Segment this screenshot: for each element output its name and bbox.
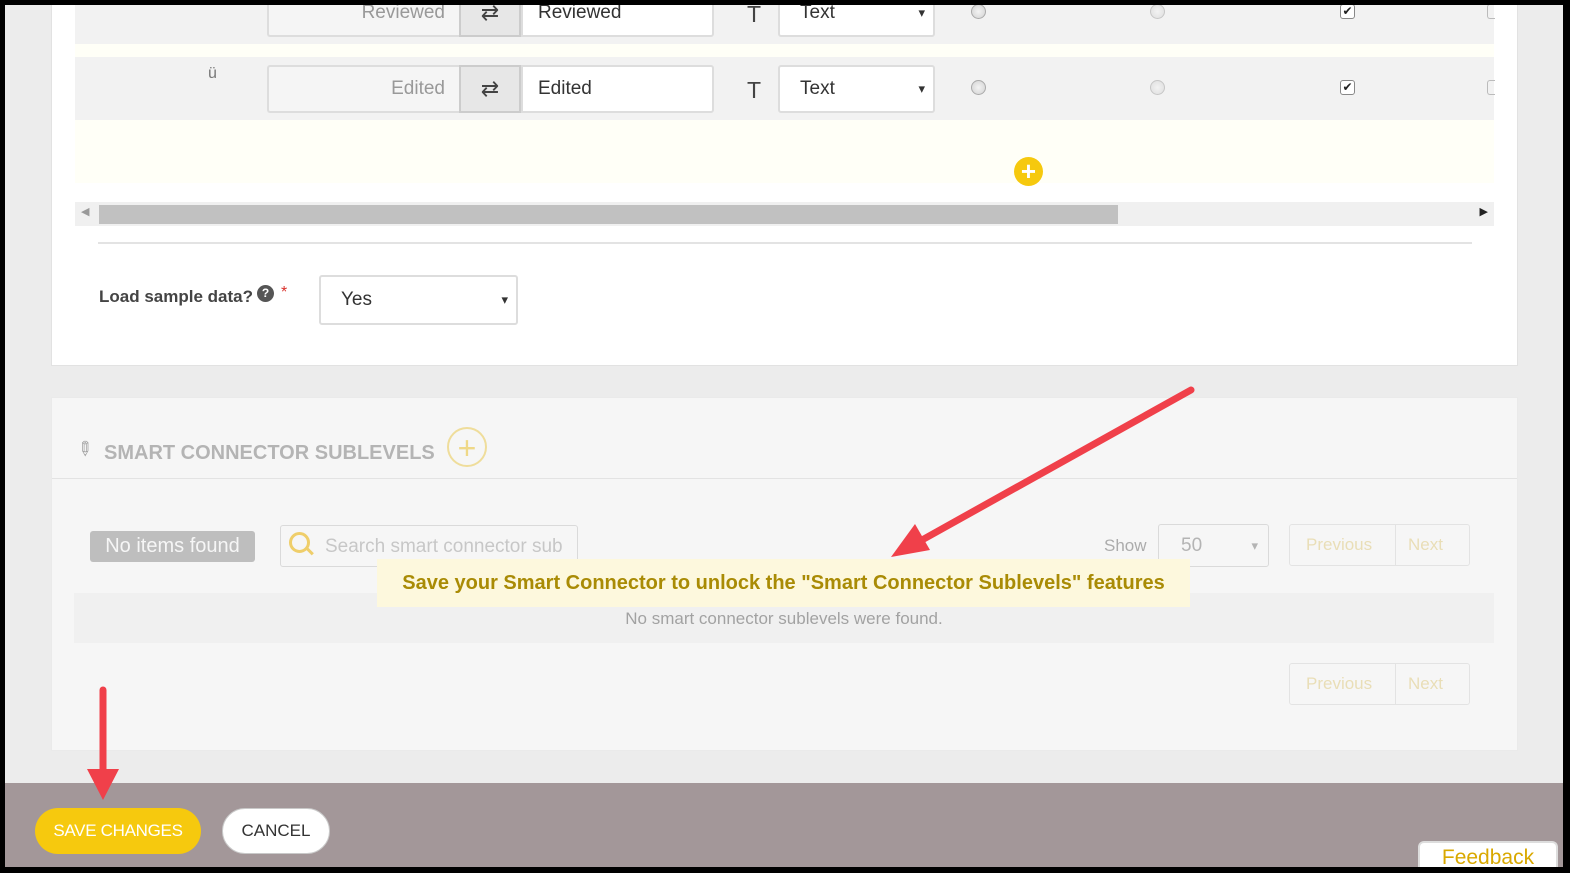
next-button[interactable]: Next (1408, 525, 1443, 565)
option-radio[interactable] (1150, 80, 1165, 95)
chevron-down-icon: ▾ (501, 292, 508, 307)
search-icon (289, 532, 310, 553)
previous-button[interactable]: Previous (1306, 664, 1372, 704)
swap-icon[interactable]: ⇄ (459, 65, 521, 113)
table-row: ü Reviewed ⇄ Reviewed T Text ▾ ✔ (75, 5, 1495, 44)
pager-separator (1395, 664, 1396, 704)
app-frame: ü Reviewed ⇄ Reviewed T Text ▾ ✔ ü Edited… (5, 5, 1563, 867)
chevron-down-icon: ▾ (918, 81, 925, 96)
field-type-select[interactable]: Text ▾ (778, 65, 935, 113)
sublevels-header: ✎ SMART CONNECTOR SUBLEVELS + (52, 416, 1517, 479)
scroll-left-icon[interactable]: ◀ (81, 205, 89, 218)
field-type-value: Text (800, 5, 835, 23)
text-type-icon: T (747, 77, 762, 103)
character-mapping-table: ü Reviewed ⇄ Reviewed T Text ▾ ✔ ü Edited… (75, 5, 1495, 186)
unlock-banner: Save your Smart Connector to unlock the … (377, 559, 1190, 607)
load-sample-value: Yes (341, 289, 372, 310)
help-icon[interactable]: ? (257, 285, 274, 302)
extra-checkbox[interactable] (1487, 5, 1495, 19)
extra-checkbox[interactable] (1487, 80, 1495, 95)
option-radio[interactable] (971, 80, 986, 95)
source-value-input[interactable]: Edited (267, 65, 459, 113)
pager-separator (1395, 525, 1396, 565)
previous-button[interactable]: Previous (1306, 525, 1372, 565)
empty-message: No smart connector sublevels were found. (625, 609, 943, 628)
target-value-input[interactable]: Reviewed (521, 5, 714, 37)
pagination-bottom: Previous Next (1289, 663, 1470, 705)
required-marker: * (281, 284, 288, 301)
field-type-value: Text (800, 78, 835, 99)
show-label: Show (1104, 536, 1147, 555)
connector-settings-panel: ü Reviewed ⇄ Reviewed T Text ▾ ✔ ü Edited… (51, 5, 1518, 366)
pagination-top: Previous Next (1289, 524, 1470, 566)
add-row-plus-icon[interactable]: + (1014, 157, 1043, 186)
load-sample-label: Load sample data? (99, 287, 253, 306)
text-type-icon: T (747, 5, 762, 27)
sublevels-title: SMART CONNECTOR SUBLEVELS (104, 442, 435, 464)
load-sample-select[interactable]: Yes ▾ (319, 275, 518, 325)
enabled-checkbox[interactable]: ✔ (1340, 5, 1355, 19)
cancel-button[interactable]: CANCEL (222, 808, 330, 854)
target-value-input[interactable]: Edited (521, 65, 714, 113)
scroll-right-icon[interactable]: ▶ (1480, 205, 1488, 218)
chevron-down-icon: ▾ (1251, 538, 1258, 553)
special-character: ü (208, 65, 217, 82)
special-character: ü (208, 5, 217, 7)
plug-icon: ✎ (70, 436, 98, 463)
option-radio[interactable] (971, 5, 986, 19)
option-radio[interactable] (1150, 5, 1165, 19)
next-button[interactable]: Next (1408, 664, 1443, 704)
enabled-checkbox[interactable]: ✔ (1340, 80, 1355, 95)
scrollbar-thumb[interactable] (99, 205, 1118, 224)
page-size-value: 50 (1181, 535, 1203, 556)
add-sublevel-button[interactable]: + (447, 427, 487, 467)
table-row: ü Edited ⇄ Edited T Text ▾ ✔ (75, 57, 1495, 120)
swap-icon[interactable]: ⇄ (459, 5, 521, 37)
field-type-select[interactable]: Text ▾ (778, 5, 935, 37)
source-value-input[interactable]: Reviewed (267, 5, 459, 37)
no-items-badge: No items found (90, 531, 255, 562)
save-changes-button[interactable]: SAVE CHANGES (35, 808, 201, 854)
action-footer: SAVE CHANGES CANCEL Feedback (5, 783, 1563, 867)
divider (98, 242, 1472, 244)
feedback-button[interactable]: Feedback (1418, 841, 1558, 867)
horizontal-scrollbar[interactable]: ◀ ▶ (75, 202, 1494, 226)
chevron-down-icon: ▾ (918, 5, 925, 20)
